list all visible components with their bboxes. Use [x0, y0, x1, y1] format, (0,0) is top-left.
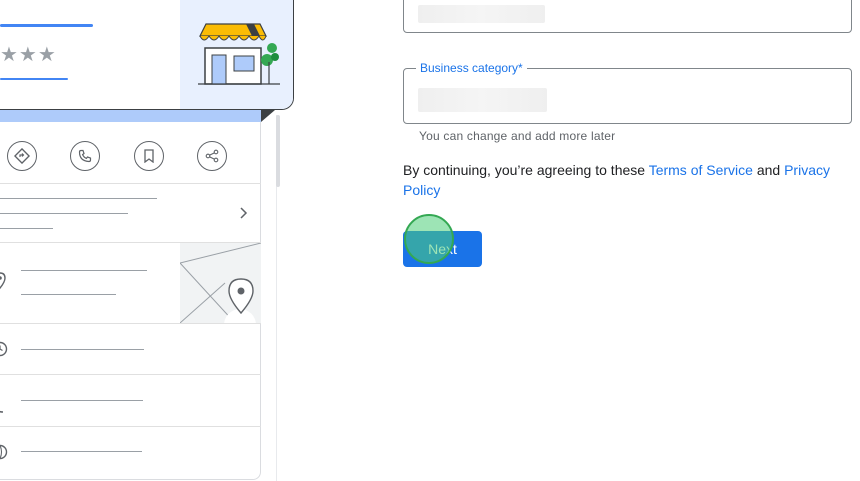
- rating-stars: ★★★: [0, 44, 57, 66]
- panel-fold-shadow: [261, 110, 275, 122]
- placeholder-line: [21, 400, 143, 401]
- map-thumbnail: [180, 243, 261, 323]
- directions-icon: [7, 141, 37, 171]
- business-category-field[interactable]: Business category*: [403, 61, 852, 124]
- placeholder-line: [21, 270, 147, 271]
- map-pin-icon: [228, 278, 254, 315]
- business-name-field[interactable]: [403, 0, 852, 33]
- placeholder-line: [21, 451, 142, 452]
- consent-text: By continuing, you’re agreeing to these …: [403, 160, 853, 200]
- placeholder-line: [0, 198, 157, 199]
- clock-icon: [0, 341, 8, 362]
- panel-divider: [0, 183, 261, 184]
- storefront-icon: [198, 23, 280, 85]
- panel-divider: [0, 374, 261, 375]
- helper-text: You can change and add more later: [419, 129, 616, 143]
- location-pin-icon: [0, 272, 6, 295]
- category-placeholder-line: [0, 78, 68, 80]
- next-button[interactable]: Next: [403, 231, 482, 267]
- business-category-label: Business category*: [416, 61, 527, 75]
- globe-icon: [0, 444, 8, 465]
- phone-small-icon: [0, 400, 5, 418]
- bookmark-icon: [134, 141, 164, 171]
- terms-of-service-link[interactable]: Terms of Service: [649, 162, 753, 178]
- consent-middle: and: [752, 162, 785, 178]
- redacted-value: [418, 88, 547, 112]
- placeholder-line: [0, 213, 128, 214]
- storefront-illustration: [180, 0, 293, 109]
- placeholder-line: [21, 349, 144, 350]
- redacted-value: [418, 5, 545, 23]
- name-placeholder-line: [0, 24, 93, 27]
- panel-divider: [0, 323, 261, 324]
- panel-header-band: [0, 110, 261, 122]
- phone-icon: [70, 141, 100, 171]
- panel-divider: [0, 426, 261, 427]
- consent-prefix: By continuing, you’re agreeing to these: [403, 162, 649, 178]
- scrollbar-thumb[interactable]: [276, 115, 280, 187]
- placeholder-line: [0, 228, 53, 229]
- placeholder-line: [21, 294, 116, 295]
- chevron-right-icon: [238, 206, 248, 225]
- share-icon: [197, 141, 227, 171]
